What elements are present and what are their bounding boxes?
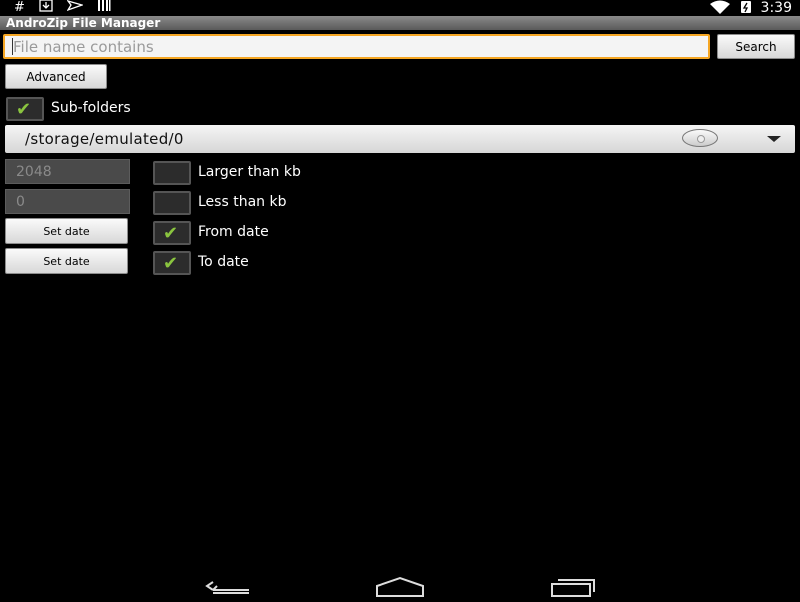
subfolders-checkbox[interactable]: ✔	[6, 97, 44, 121]
larger-than-checkbox[interactable]	[153, 161, 191, 185]
status-bar: # 3:39	[0, 0, 800, 16]
path-spinner[interactable]: /storage/emulated/0	[5, 125, 795, 153]
checkmark-icon: ✔	[163, 253, 179, 274]
clock: 3:39	[760, 0, 792, 16]
recent-apps-icon[interactable]	[550, 576, 596, 598]
radio-icon	[682, 129, 718, 147]
dropdown-arrow-icon	[767, 136, 781, 142]
navigation-bar	[0, 572, 800, 600]
send-icon	[66, 0, 85, 17]
set-to-date-button[interactable]: Set date	[5, 248, 128, 274]
larger-than-input[interactable]	[5, 159, 130, 184]
to-date-label: To date	[198, 254, 249, 270]
text-cursor	[12, 38, 13, 55]
wifi-icon	[709, 0, 731, 18]
path-value: /storage/emulated/0	[25, 130, 184, 148]
barcode-icon	[97, 0, 111, 17]
search-input[interactable]	[3, 34, 710, 59]
home-icon[interactable]	[375, 576, 425, 598]
search-button[interactable]: Search	[717, 34, 795, 59]
hash-icon: #	[14, 0, 25, 15]
download-icon	[39, 0, 53, 17]
checkmark-icon: ✔	[16, 99, 32, 120]
from-date-label: From date	[198, 224, 269, 240]
status-bar-right: 3:39	[709, 0, 792, 16]
larger-than-label: Larger than kb	[198, 164, 301, 180]
status-bar-left: #	[14, 0, 111, 16]
checkmark-icon: ✔	[163, 223, 179, 244]
from-date-checkbox[interactable]: ✔	[153, 221, 191, 245]
less-than-input[interactable]	[5, 189, 130, 214]
set-from-date-button[interactable]: Set date	[5, 218, 128, 244]
advanced-button[interactable]: Advanced	[5, 64, 107, 89]
app-title: AndroZip File Manager	[0, 16, 800, 30]
back-icon[interactable]	[205, 576, 253, 598]
less-than-label: Less than kb	[198, 194, 287, 210]
subfolders-label: Sub-folders	[51, 100, 131, 116]
less-than-checkbox[interactable]	[153, 191, 191, 215]
to-date-checkbox[interactable]: ✔	[153, 251, 191, 275]
battery-icon	[739, 0, 753, 18]
